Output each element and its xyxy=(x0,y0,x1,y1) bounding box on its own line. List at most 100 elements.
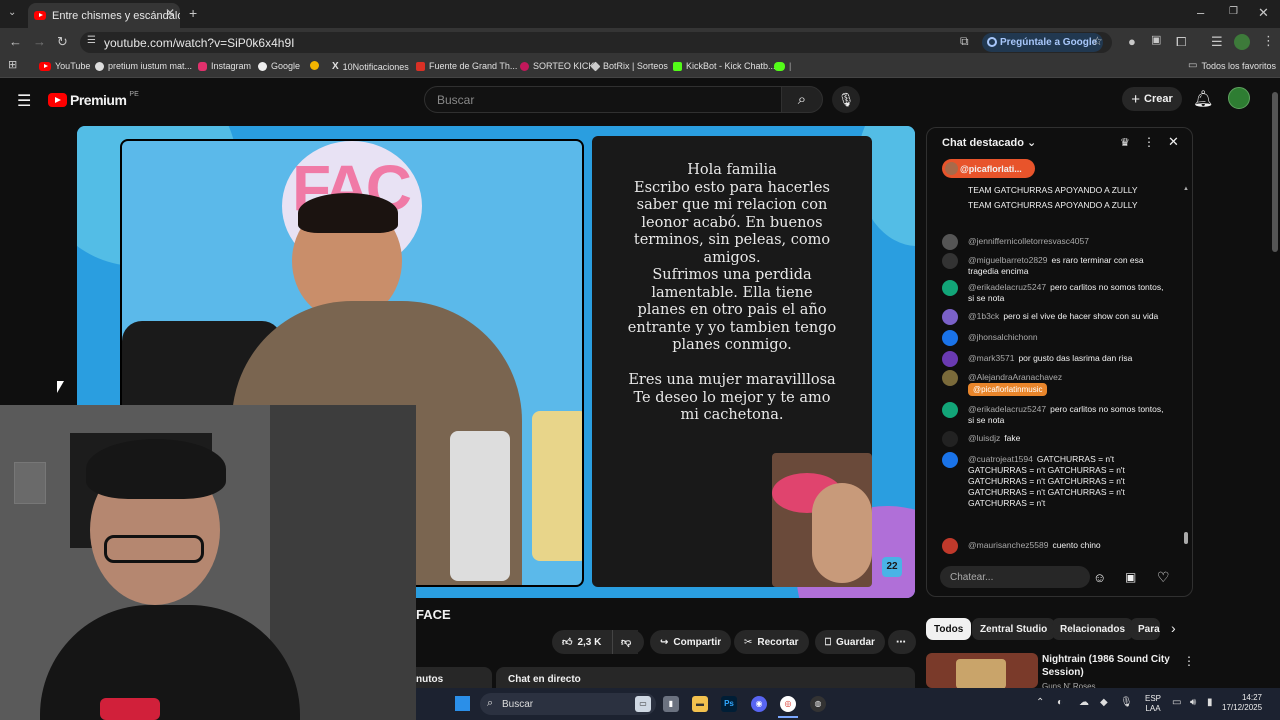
chat-avatar[interactable] xyxy=(942,452,958,468)
bookmark-sorteo-kick[interactable]: SORTEO KICK xyxy=(520,61,594,71)
discord-icon[interactable]: ◉ xyxy=(751,696,767,712)
filter-chip-para[interactable]: Para xyxy=(1130,618,1160,640)
photoshop-icon[interactable]: Ps xyxy=(721,696,737,712)
bookmark-unnamed[interactable] xyxy=(310,61,319,70)
chat-avatar[interactable] xyxy=(942,431,958,447)
chat-username[interactable]: @erikadelacruz5247 xyxy=(968,404,1046,414)
more-actions-button[interactable]: ⋯ xyxy=(888,630,916,654)
chat-username[interactable]: @erikadelacruz5247 xyxy=(968,282,1046,292)
bookmark-pretium[interactable]: pretium iustum mat... xyxy=(95,61,192,71)
account-avatar[interactable] xyxy=(1228,87,1250,109)
description-box[interactable]: nutos xyxy=(416,667,492,688)
rec-thumbnail[interactable] xyxy=(926,653,1038,688)
bookmark-kickbot[interactable]: KickBot - Kick Chatb... xyxy=(673,61,776,71)
restore-icon[interactable]: ❐ xyxy=(1229,7,1238,17)
chat-avatar[interactable] xyxy=(942,309,958,325)
bookmark-notificaciones[interactable]: X 10Notificaciones xyxy=(332,61,409,72)
minimize-icon[interactable]: – xyxy=(1197,6,1204,19)
clip-button[interactable]: ✂ Recortar xyxy=(734,630,809,654)
chat-mode-dropdown[interactable]: Chat destacado ⌄ xyxy=(942,136,1036,149)
chat-username[interactable]: @jhonsalchichonn xyxy=(968,332,1038,342)
site-info-icon[interactable]: ☰ xyxy=(87,36,96,46)
page-scrollbar[interactable] xyxy=(1272,92,1278,252)
chat-username[interactable]: @miguelbarreto2829 xyxy=(968,255,1048,265)
tray-icon-1[interactable]: ◐ xyxy=(1057,697,1063,708)
tray-chevron-icon[interactable]: ⌃ xyxy=(1036,697,1044,708)
bookmark-google[interactable]: Google xyxy=(258,61,300,71)
share-button[interactable]: ↪ Compartir xyxy=(650,630,732,654)
chat-avatar[interactable] xyxy=(942,234,958,250)
chat-input[interactable]: Chatear... xyxy=(940,566,1090,588)
input-language[interactable]: ESP LAA xyxy=(1145,694,1161,714)
rec-more-icon[interactable]: ⋮ xyxy=(1183,654,1195,668)
live-chat-replay-box[interactable]: Chat en directo xyxy=(496,667,915,688)
tray-icon-2[interactable]: ☁ xyxy=(1079,697,1089,708)
browser-menu-icon[interactable]: ⋮ xyxy=(1262,34,1275,47)
notifications-bell-icon[interactable]: 🔔︎ xyxy=(1193,89,1213,109)
tab-search-icon[interactable]: ⌄ xyxy=(8,8,16,18)
crown-icon[interactable]: ♛ xyxy=(1120,136,1130,149)
bookmark-botrix[interactable]: BotRix | Sorteos xyxy=(590,61,668,71)
mic-tray-icon[interactable]: 🎙︎ xyxy=(1120,697,1133,708)
pinned-user-chip[interactable]: @picaflorlati... xyxy=(942,159,1035,178)
tray-icon-3[interactable]: ◆ xyxy=(1100,697,1108,708)
ask-google-button[interactable]: Pregúntale a Google xyxy=(982,33,1104,52)
voice-search-mic-icon[interactable]: 🎙︎ xyxy=(832,86,860,113)
new-tab-icon[interactable]: + xyxy=(189,6,197,20)
chat-avatar[interactable] xyxy=(942,351,958,367)
chat-avatar[interactable] xyxy=(942,280,958,296)
chat-username[interactable]: @AlejandraAranachavez xyxy=(968,372,1062,382)
chevron-right-icon[interactable]: › xyxy=(1171,620,1176,636)
apps-grid-icon[interactable]: ⊞ xyxy=(8,60,17,71)
windows-start-icon[interactable] xyxy=(455,696,470,711)
search-button[interactable]: ⌕ xyxy=(781,86,823,113)
extension-icon[interactable]: ● xyxy=(1128,35,1136,48)
youtube-search-input[interactable]: Buscar xyxy=(424,86,782,113)
chat-username[interactable]: @maurisanchez5589 xyxy=(968,540,1048,550)
taskbar-search[interactable]: ⌕ Buscar xyxy=(480,693,656,715)
emoji-icon[interactable]: ☺ xyxy=(1093,570,1106,585)
chat-username[interactable]: @1b3ck xyxy=(968,311,999,321)
rec-title[interactable]: Nightrain (1986 Sound City Session) xyxy=(1042,653,1182,679)
chat-scrollbar[interactable]: ▲ xyxy=(1183,186,1189,544)
chat-avatar[interactable] xyxy=(942,402,958,418)
forward-icon[interactable]: → xyxy=(33,35,46,48)
bookmark-gta[interactable]: Fuente de Grand Th... xyxy=(416,61,517,71)
hamburger-menu-icon[interactable]: ☰ xyxy=(17,91,31,111)
close-tab-icon[interactable]: ✕ xyxy=(165,7,175,19)
tab-list-icon[interactable]: ☰ xyxy=(1211,35,1223,48)
extensions-puzzle-icon[interactable]: ⧠ xyxy=(1176,35,1186,48)
profile-avatar[interactable] xyxy=(1234,34,1250,50)
super-chat-icon[interactable]: ▣ xyxy=(1125,570,1136,584)
chat-username[interactable]: @cuatrojeat1594 xyxy=(968,454,1033,464)
create-button[interactable]: + Crear xyxy=(1122,87,1182,111)
save-button[interactable]: ⎕ Guardar xyxy=(815,630,885,654)
filter-chip-relacionados[interactable]: Relacionados xyxy=(1052,618,1134,640)
chat-avatar[interactable] xyxy=(942,253,958,269)
task-view-icon[interactable]: ▭ xyxy=(635,696,651,712)
browser-tab[interactable]: Entre chismes y escándalos xyxy=(28,3,180,28)
clock[interactable]: 14:27 17/12/2025 xyxy=(1222,693,1262,713)
filter-chip-zentral[interactable]: Zentral Studio xyxy=(972,618,1056,640)
chrome-icon[interactable]: ◎ xyxy=(780,696,796,712)
bookmark-instagram[interactable]: Instagram xyxy=(198,61,251,71)
chat-username[interactable]: @luisdjz xyxy=(968,433,1000,443)
bookmark-youtube[interactable]: YouTube xyxy=(39,61,90,71)
chat-avatar[interactable] xyxy=(942,538,958,554)
install-app-icon[interactable]: ⧉ xyxy=(960,35,969,47)
back-icon[interactable]: ← xyxy=(9,35,22,48)
chat-username[interactable]: @jenniffernicolletorresvasc4057 xyxy=(968,236,1089,246)
bookmark-star-icon[interactable]: ☆ xyxy=(1092,35,1103,47)
network-icon[interactable]: ▭ xyxy=(1172,697,1181,708)
youtube-logo[interactable]: Premium PE xyxy=(48,91,139,108)
chat-avatar[interactable] xyxy=(942,330,958,346)
address-bar[interactable]: ☰ youtube.com/watch?v=SiP0k6x4h9I ⧉ Preg… xyxy=(80,32,1112,53)
close-chat-icon[interactable]: ✕ xyxy=(1168,134,1179,150)
app-icon[interactable]: ▮ xyxy=(663,696,679,712)
chat-username[interactable]: @mark3571 xyxy=(968,353,1014,363)
chat-more-icon[interactable]: ⋮ xyxy=(1143,135,1155,149)
volume-icon[interactable]: 🔊︎ xyxy=(1190,697,1196,708)
heart-icon[interactable]: ♡ xyxy=(1157,569,1170,586)
obs-icon[interactable]: ◍ xyxy=(810,696,826,712)
battery-icon[interactable]: ▮ xyxy=(1207,697,1213,708)
